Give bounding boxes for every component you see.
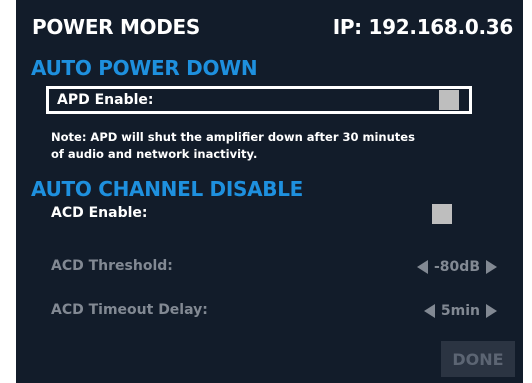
apd-enable-checkbox[interactable] [439, 90, 459, 110]
apd-enable-row[interactable]: APD Enable: [46, 86, 472, 114]
acd-threshold-stepper[interactable]: -80dB [417, 257, 497, 277]
auto-channel-disable-heading: AUTO CHANNEL DISABLE [31, 177, 304, 201]
left-arrow-icon[interactable] [423, 304, 435, 318]
left-arrow-icon[interactable] [417, 260, 428, 274]
acd-threshold-label: ACD Threshold: [51, 258, 173, 274]
acd-timeout-value: 5min [440, 303, 480, 319]
acd-threshold-value: -80dB [434, 259, 480, 275]
acd-enable-checkbox[interactable] [432, 204, 452, 224]
right-arrow-icon[interactable] [486, 304, 497, 318]
right-arrow-icon[interactable] [486, 260, 497, 274]
page-title: POWER MODES [32, 15, 201, 39]
acd-timeout-stepper[interactable]: 5min [423, 301, 497, 321]
power-modes-screen: POWER MODES IP: 192.168.0.36 AUTO POWER … [16, 0, 523, 383]
acd-enable-label: ACD Enable: [51, 205, 148, 221]
auto-power-down-heading: AUTO POWER DOWN [31, 56, 258, 80]
ip-address: IP: 192.168.0.36 [332, 15, 514, 39]
acd-timeout-label: ACD Timeout Delay: [51, 302, 208, 318]
apd-enable-label: APD Enable: [57, 92, 154, 108]
apd-note: Note: APD will shut the amplifier down a… [51, 130, 415, 161]
done-button[interactable]: DONE [441, 341, 515, 377]
